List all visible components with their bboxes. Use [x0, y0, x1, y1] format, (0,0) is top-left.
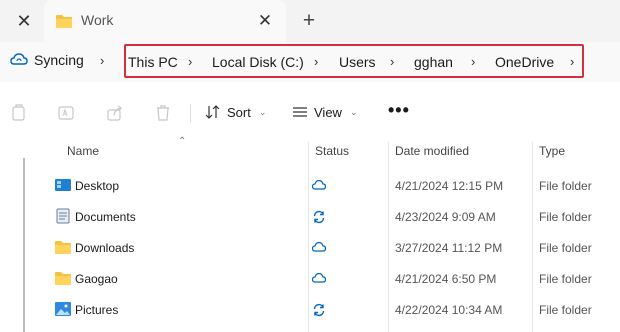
- file-type: File folder: [539, 272, 592, 286]
- tab-bar: ✕ Work ✕ +: [0, 0, 620, 42]
- tab-close-icon[interactable]: ✕: [254, 10, 276, 32]
- chevron-down-icon: ⌄: [258, 106, 267, 117]
- cloud-icon: [312, 179, 326, 190]
- file-name: Downloads: [75, 241, 135, 255]
- sync-pending-icon: [313, 303, 325, 317]
- sync-cloud-icon: [10, 53, 28, 65]
- breadcrumb-item[interactable]: Local Disk (C:): [212, 54, 304, 70]
- file-row[interactable]: Desktop 4/21/2024 12:15 PM File folder: [40, 170, 620, 201]
- file-type: File folder: [539, 210, 592, 224]
- folder-icon: [56, 15, 72, 28]
- view-button[interactable]: View ⌄: [292, 104, 358, 120]
- tab-title: Work: [81, 12, 114, 28]
- command-bar: Sort ⌄ View ⌄ •••: [0, 94, 620, 132]
- file-row[interactable]: Gaogao 4/21/2024 6:50 PM File folder: [40, 263, 620, 294]
- folder-icon: [55, 272, 71, 285]
- file-name: Documents: [75, 210, 136, 224]
- file-name: Gaogao: [75, 272, 118, 286]
- file-row[interactable]: Downloads 3/27/2024 11:12 PM File folder: [40, 232, 620, 263]
- breadcrumb-item[interactable]: gghan: [414, 54, 453, 70]
- date-modified: 4/21/2024 12:15 PM: [395, 179, 504, 193]
- view-list-icon: [293, 107, 307, 117]
- tab-work[interactable]: Work ✕: [44, 0, 286, 42]
- more-options-button[interactable]: •••: [388, 100, 410, 121]
- file-type: File folder: [539, 241, 592, 255]
- folder-icon: [55, 241, 71, 254]
- sync-label: Syncing: [34, 52, 84, 68]
- rename-icon[interactable]: [57, 104, 75, 122]
- column-header-name[interactable]: Name: [67, 144, 99, 164]
- toolbar-divider: [190, 104, 191, 122]
- column-header-date-modified[interactable]: Date modified: [395, 144, 469, 164]
- chevron-right-icon[interactable]: ›: [314, 54, 318, 69]
- sync-pending-icon: [313, 210, 325, 224]
- file-type: File folder: [539, 179, 592, 193]
- close-icon[interactable]: ✕: [10, 8, 38, 34]
- file-name: Desktop: [75, 179, 120, 193]
- file-type: File folder: [539, 303, 592, 317]
- breadcrumb-item[interactable]: Users: [339, 54, 376, 70]
- file-name: Pictures: [75, 303, 119, 317]
- share-icon[interactable]: [106, 104, 124, 122]
- chevron-right-icon[interactable]: ›: [188, 54, 192, 69]
- chevron-down-icon: ⌄: [349, 106, 358, 117]
- chevron-right-icon[interactable]: ›: [570, 54, 574, 69]
- file-row[interactable]: Pictures 4/22/2024 10:34 AM File folder: [40, 294, 620, 325]
- pictures-folder-icon: [55, 302, 71, 316]
- sort-button[interactable]: Sort ⌄: [205, 104, 266, 120]
- sync-status[interactable]: Syncing: [10, 52, 84, 68]
- chevron-right-icon[interactable]: ›: [390, 54, 394, 69]
- date-modified: 4/23/2024 9:09 AM: [395, 210, 496, 224]
- cut-icon[interactable]: [10, 104, 28, 122]
- chevron-right-icon[interactable]: ›: [100, 53, 104, 68]
- sort-label: Sort: [227, 104, 251, 120]
- delete-icon[interactable]: [154, 104, 172, 122]
- column-header-status[interactable]: Status: [315, 144, 349, 164]
- file-row[interactable]: Documents 4/23/2024 9:09 AM File folder: [40, 201, 620, 232]
- tree-guide-line: [23, 158, 25, 332]
- chevron-right-icon[interactable]: ›: [471, 54, 475, 69]
- cloud-icon: [312, 272, 326, 283]
- sort-ascending-icon: ⌃: [178, 136, 187, 147]
- column-header-type[interactable]: Type: [539, 144, 565, 164]
- sort-icon: [205, 105, 220, 119]
- breadcrumb-item[interactable]: This PC: [128, 54, 178, 70]
- desktop-folder-icon: [55, 179, 71, 191]
- cloud-icon: [312, 241, 326, 252]
- date-modified: 3/27/2024 11:12 PM: [395, 241, 503, 255]
- address-bar: Syncing › This PC › Local Disk (C:) › Us…: [0, 42, 620, 82]
- documents-folder-icon: [56, 208, 70, 224]
- breadcrumb-item[interactable]: OneDrive: [495, 54, 554, 70]
- date-modified: 4/21/2024 6:50 PM: [395, 272, 497, 286]
- date-modified: 4/22/2024 10:34 AM: [395, 303, 503, 317]
- view-label: View: [314, 104, 342, 120]
- new-tab-button[interactable]: +: [296, 8, 322, 34]
- breadcrumb: This PC › Local Disk (C:) › Users › ggha…: [124, 44, 584, 78]
